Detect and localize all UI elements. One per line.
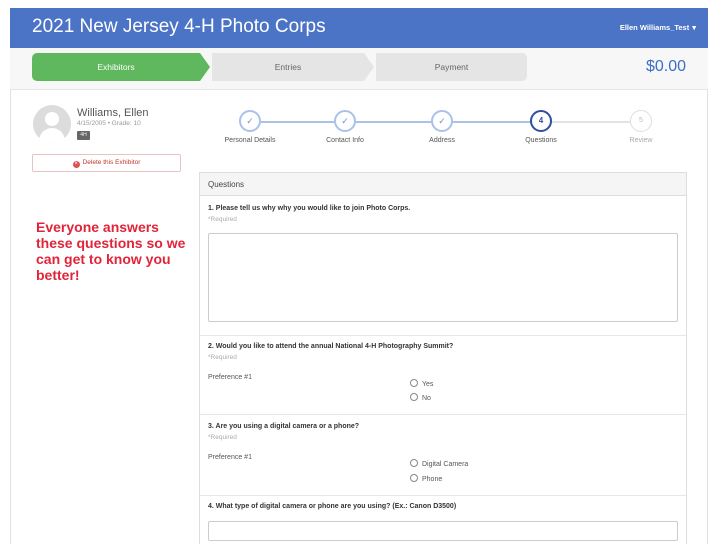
wizard-step-address-icon[interactable]: ✓: [431, 110, 453, 132]
question-2-preference-label: Preference #1: [208, 374, 252, 381]
exhibitor-meta: 4/15/2005 • Grade: 10: [77, 120, 141, 127]
step-entries[interactable]: Entries: [212, 53, 364, 81]
caret-down-icon: ▾: [692, 23, 696, 32]
step-payment[interactable]: Payment: [376, 53, 527, 81]
wizard-step-contact-info-label: Contact Info: [326, 137, 364, 144]
checkout-steps-bar: Exhibitors Entries Payment $0.00: [10, 48, 708, 90]
question-divider: [200, 335, 686, 336]
questions-callout: Everyone answers these questions so we c…: [36, 219, 186, 283]
step-entries-label: Entries: [274, 62, 302, 72]
wizard-remaining-line: [543, 121, 630, 123]
question-2-required: *Required: [208, 354, 237, 361]
app-header: 2021 New Jersey 4-H Photo Corps Ellen Wi…: [10, 8, 708, 48]
user-name: Ellen Williams_Test: [619, 23, 690, 32]
question-4-text: 4. What type of digital camera or phone …: [208, 503, 457, 510]
question-1-textarea[interactable]: [208, 233, 678, 322]
option-label: Yes: [422, 381, 434, 388]
radio-button-icon[interactable]: [410, 474, 418, 482]
questions-panel: Questions 1. Please tell us why why you …: [199, 172, 687, 544]
wizard-step-review-label: Review: [629, 137, 653, 144]
question-3-option-phone[interactable]: Phone: [410, 474, 442, 484]
question-2-option-yes[interactable]: Yes: [410, 379, 433, 389]
cart-total: $0.00: [645, 58, 686, 75]
option-label: Digital Camera: [422, 461, 469, 468]
radio-button-icon[interactable]: [410, 393, 418, 401]
option-label: Phone: [422, 476, 443, 483]
wizard-step-questions-label: Questions: [525, 137, 557, 144]
question-1-required: *Required: [208, 216, 237, 223]
avatar-head: [45, 112, 59, 126]
exhibitor-name: Williams, Ellen: [77, 107, 149, 119]
question-3-option-digital-camera[interactable]: Digital Camera: [410, 459, 468, 469]
question-3-preference-label: Preference #1: [208, 454, 252, 461]
question-3-required: *Required: [208, 434, 237, 441]
step-arrow: [364, 53, 374, 81]
wizard-step-address-label: Address: [429, 137, 455, 144]
radio-button-icon[interactable]: [410, 459, 418, 467]
question-3-text: 3. Are you using a digital camera or a p…: [208, 423, 360, 430]
wizard-step-personal-details-label: Personal Details: [224, 137, 276, 144]
delete-exhibitor-label: Delete this Exhibitor: [82, 159, 141, 166]
delete-exhibitor-button[interactable]: × Delete this Exhibitor: [32, 154, 181, 172]
question-divider: [200, 414, 686, 415]
step-payment-label: Payment: [434, 62, 469, 72]
avatar-body: [39, 128, 65, 143]
question-2-text: 2. Would you like to attend the annual N…: [208, 343, 454, 350]
question-2-option-no[interactable]: No: [410, 393, 431, 403]
question-4-input[interactable]: [208, 521, 678, 541]
wizard-progress-line: [261, 121, 543, 123]
wizard-step-personal-details-icon[interactable]: ✓: [239, 110, 261, 132]
question-divider: [200, 495, 686, 496]
question-1-text: 1. Please tell us why why you would like…: [208, 205, 411, 212]
remove-circle-icon: ×: [72, 161, 80, 168]
exhibitor-badge: 4H: [77, 131, 90, 140]
user-menu[interactable]: Ellen Williams_Test ▾: [620, 23, 696, 32]
radio-button-icon[interactable]: [410, 379, 418, 387]
questions-panel-title: Questions: [200, 173, 686, 196]
wizard-step-review-icon: 5: [630, 110, 652, 132]
step-exhibitors-label: Exhibitors: [97, 62, 135, 72]
user-silhouette-icon: [33, 105, 71, 143]
step-arrow: [200, 53, 210, 81]
wizard-step-questions-icon[interactable]: 4: [530, 110, 552, 132]
app-title: 2021 New Jersey 4-H Photo Corps: [32, 16, 326, 37]
step-exhibitors[interactable]: Exhibitors: [32, 53, 200, 81]
option-label: No: [422, 395, 431, 402]
wizard-step-contact-info-icon[interactable]: ✓: [334, 110, 356, 132]
